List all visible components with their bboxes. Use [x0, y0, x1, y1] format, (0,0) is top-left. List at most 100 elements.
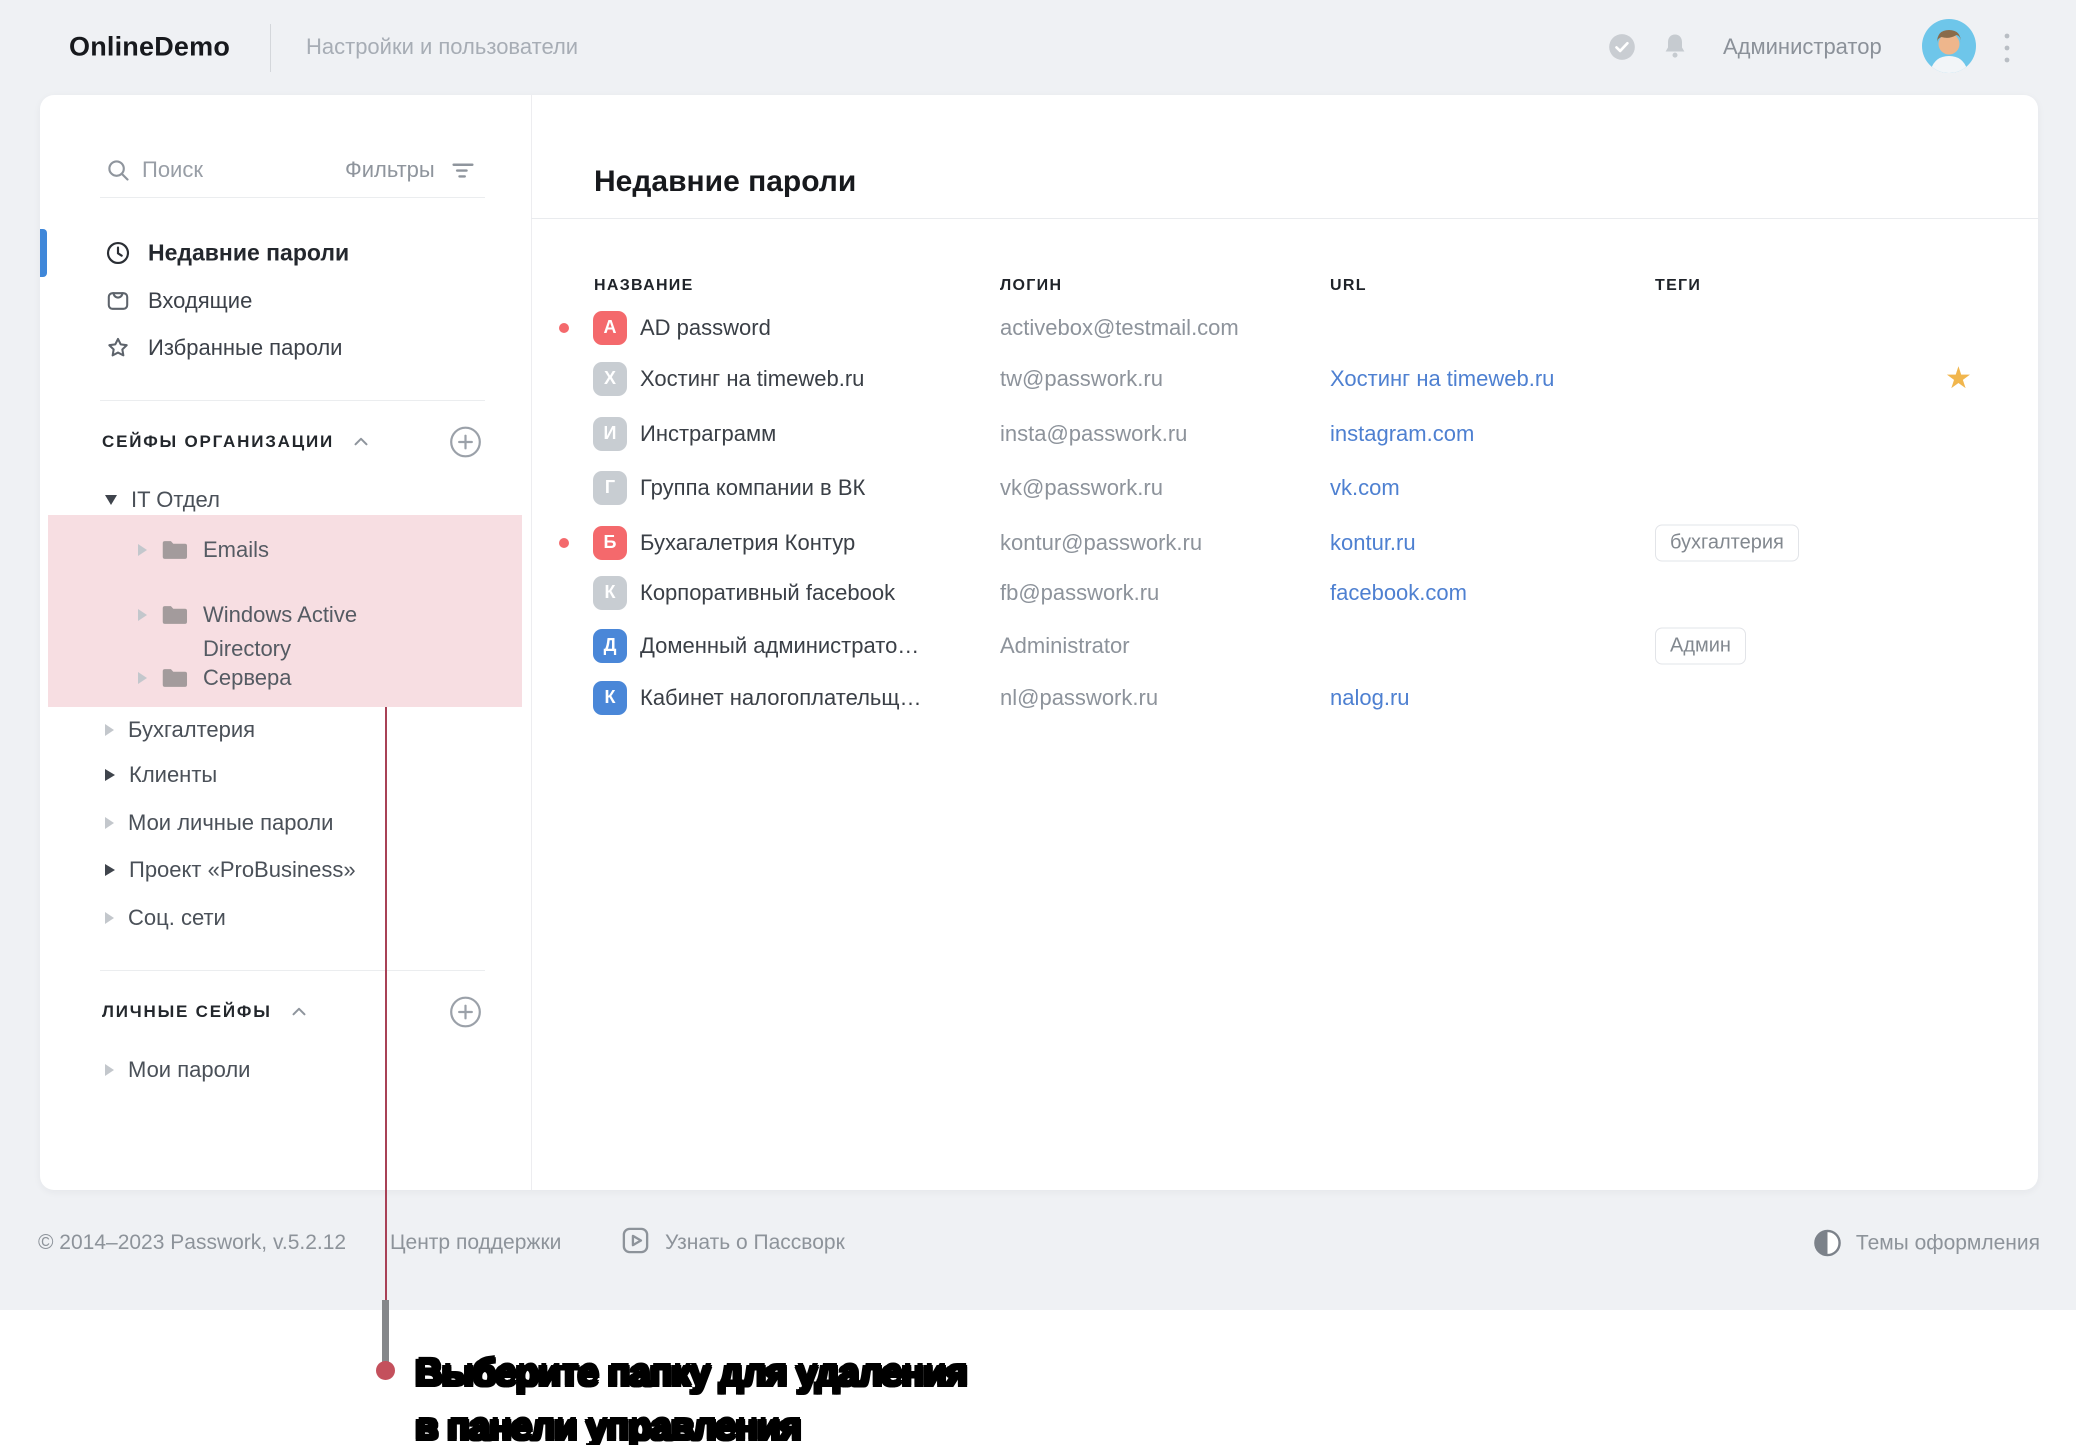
- row-badge: А: [593, 310, 627, 345]
- expand-triangle-icon[interactable]: [138, 609, 147, 621]
- user-name[interactable]: Администратор: [1723, 34, 1882, 60]
- row-login: insta@passwork.ru: [1000, 420, 1188, 446]
- row-name[interactable]: Хостинг на timeweb.ru: [640, 366, 864, 392]
- tag-chip[interactable]: бухгалтерия: [1655, 524, 1799, 561]
- page: OnlineDemo Настройки и пользователи Адми…: [0, 0, 2076, 1445]
- expand-triangle-icon[interactable]: [105, 817, 114, 829]
- row-badge: Х: [593, 361, 627, 396]
- expand-triangle-icon[interactable]: [105, 864, 115, 876]
- search-input[interactable]: [140, 156, 334, 184]
- tree-item-it-otdel[interactable]: IT Отдел: [105, 487, 220, 513]
- status-dot: [559, 641, 569, 651]
- themes-button[interactable]: Темы оформления: [1813, 1229, 2040, 1258]
- row-name[interactable]: AD password: [640, 315, 771, 341]
- expand-triangle-icon[interactable]: [138, 672, 147, 684]
- expand-triangle-icon[interactable]: [105, 912, 114, 924]
- status-dot: [559, 693, 569, 703]
- tree-item-moi-lichnye-paroli[interactable]: Мои личные пароли: [105, 810, 333, 836]
- row-login: tw@passwork.ru: [1000, 365, 1163, 391]
- row-url-link[interactable]: vk.com: [1330, 475, 1400, 501]
- topbar-divider: [270, 24, 271, 72]
- add-org-vault-button[interactable]: [449, 426, 482, 459]
- sidebar-item-inbox[interactable]: Входящие: [40, 277, 531, 325]
- learn-about-passwork-link[interactable]: Узнать о Пассворк: [665, 1231, 845, 1255]
- column-header-url: URL: [1330, 277, 1367, 294]
- support-center-link[interactable]: Центр поддержки: [390, 1231, 561, 1255]
- personal-vaults-title: ЛИЧНЫЕ СЕЙФЫ: [102, 1002, 272, 1021]
- personal-vaults-section-header[interactable]: ЛИЧНЫЕ СЕЙФЫ: [102, 1001, 310, 1023]
- row-name[interactable]: Группа компании в ВК: [640, 475, 865, 501]
- row-login: Administrator: [1000, 632, 1130, 658]
- row-url-link[interactable]: facebook.com: [1330, 580, 1467, 606]
- filters-button[interactable]: Фильтры: [345, 156, 477, 184]
- tree-item-emails[interactable]: Emails: [138, 537, 269, 563]
- org-vaults-section-header[interactable]: СЕЙФЫ ОРГАНИЗАЦИИ: [102, 431, 372, 453]
- theme-contrast-icon: [1814, 1229, 1841, 1257]
- column-header-name: НАЗВАНИЕ: [594, 277, 694, 294]
- play-video-icon[interactable]: [620, 1225, 651, 1261]
- row-url-link[interactable]: Хостинг на timeweb.ru: [1330, 366, 1554, 392]
- filters-label: Фильтры: [345, 157, 435, 182]
- add-personal-vault-button[interactable]: [449, 996, 482, 1029]
- chevron-up-icon: [292, 1007, 306, 1016]
- tree-item-label: Проект «ProBusiness»: [129, 857, 356, 882]
- clock-icon: [105, 240, 131, 266]
- sidebar-item-recent-passwords[interactable]: Недавние пароли: [40, 229, 531, 277]
- row-name[interactable]: Корпоративный facebook: [640, 580, 895, 606]
- tree-item-proekt-probusiness[interactable]: Проект «ProBusiness»: [105, 857, 356, 883]
- table-row[interactable]: К Кабинет налогоплательщ… nl@passwork.ru…: [531, 671, 2038, 724]
- tree-item-buhgalteriya[interactable]: Бухгалтерия: [105, 717, 255, 743]
- divider: [100, 970, 485, 971]
- table-row[interactable]: И Инстраграмм insta@passwork.ru instagra…: [531, 407, 2038, 460]
- avatar[interactable]: [1922, 19, 1976, 78]
- tree-item-servera[interactable]: Сервера: [138, 665, 292, 691]
- row-login: nl@passwork.ru: [1000, 684, 1159, 710]
- tree-item-label: Emails: [203, 537, 270, 562]
- table-row[interactable]: Х Хостинг на timeweb.ru tw@passwork.ru Х…: [531, 352, 2038, 405]
- title-divider: [531, 218, 2038, 219]
- expand-triangle-icon[interactable]: [105, 769, 115, 781]
- table-row[interactable]: Г Группа компании в ВК vk@passwork.ru vk…: [531, 461, 2038, 514]
- inbox-icon: [105, 288, 131, 314]
- row-url-link[interactable]: instagram.com: [1330, 421, 1474, 447]
- row-url-link[interactable]: nalog.ru: [1330, 685, 1410, 711]
- sidebar-item-label: Входящие: [148, 288, 253, 313]
- table-row[interactable]: Д Доменный администрато… Administrator А…: [531, 619, 2038, 672]
- row-name[interactable]: Инстраграмм: [640, 421, 776, 447]
- row-name[interactable]: Доменный администрато…: [640, 633, 919, 659]
- table-row[interactable]: А AD password activebox@testmail.com: [531, 301, 2038, 354]
- row-name[interactable]: Кабинет налогоплательщ…: [640, 685, 922, 711]
- bottom-strip: [0, 1310, 2076, 1445]
- bell-icon[interactable]: [1660, 31, 1690, 66]
- topbar-section-title[interactable]: Настройки и пользователи: [306, 34, 578, 60]
- folder-icon: [162, 541, 188, 559]
- row-name[interactable]: Бухагалетрия Контур: [640, 530, 855, 556]
- expand-triangle-icon[interactable]: [105, 724, 114, 736]
- favorite-star-icon[interactable]: ★: [1945, 363, 1972, 394]
- star-icon: [105, 335, 131, 361]
- tree-item-soc-seti[interactable]: Соц. сети: [105, 905, 226, 931]
- tree-item-label: Клиенты: [129, 762, 218, 787]
- page-title: Недавние пароли: [594, 165, 857, 198]
- copyright-text: © 2014–2023 Passwork, v.5.2.12: [38, 1231, 347, 1254]
- row-url-link[interactable]: kontur.ru: [1330, 530, 1416, 556]
- expand-triangle-icon[interactable]: [138, 544, 147, 556]
- themes-label: Темы оформления: [1855, 1231, 2040, 1254]
- table-row[interactable]: Б Бухагалетрия Контур kontur@passwork.ru…: [531, 516, 2038, 569]
- tree-item-windows-active-directory[interactable]: Windows Active Directory: [138, 598, 403, 666]
- sidebar-item-favorite-passwords[interactable]: Избранные пароли: [40, 324, 531, 372]
- tag-chip[interactable]: Админ: [1655, 627, 1746, 664]
- row-badge: Г: [593, 470, 627, 505]
- collapse-triangle-icon[interactable]: [105, 495, 117, 505]
- table-row[interactable]: К Корпоративный facebook fb@passwork.ru …: [531, 566, 2038, 619]
- tree-item-moi-paroli[interactable]: Мои пароли: [105, 1057, 250, 1083]
- sidebar-item-label: Избранные пароли: [148, 335, 343, 360]
- tree-item-label: IT Отдел: [131, 487, 220, 512]
- status-check-icon[interactable]: [1608, 33, 1636, 66]
- filter-icon: [452, 163, 474, 178]
- app-logo[interactable]: OnlineDemo: [69, 32, 230, 63]
- kebab-menu-icon[interactable]: [2000, 30, 2014, 71]
- expand-triangle-icon[interactable]: [105, 1064, 114, 1076]
- tree-item-label: Мои личные пароли: [128, 810, 334, 835]
- tree-item-klienty[interactable]: Клиенты: [105, 762, 217, 788]
